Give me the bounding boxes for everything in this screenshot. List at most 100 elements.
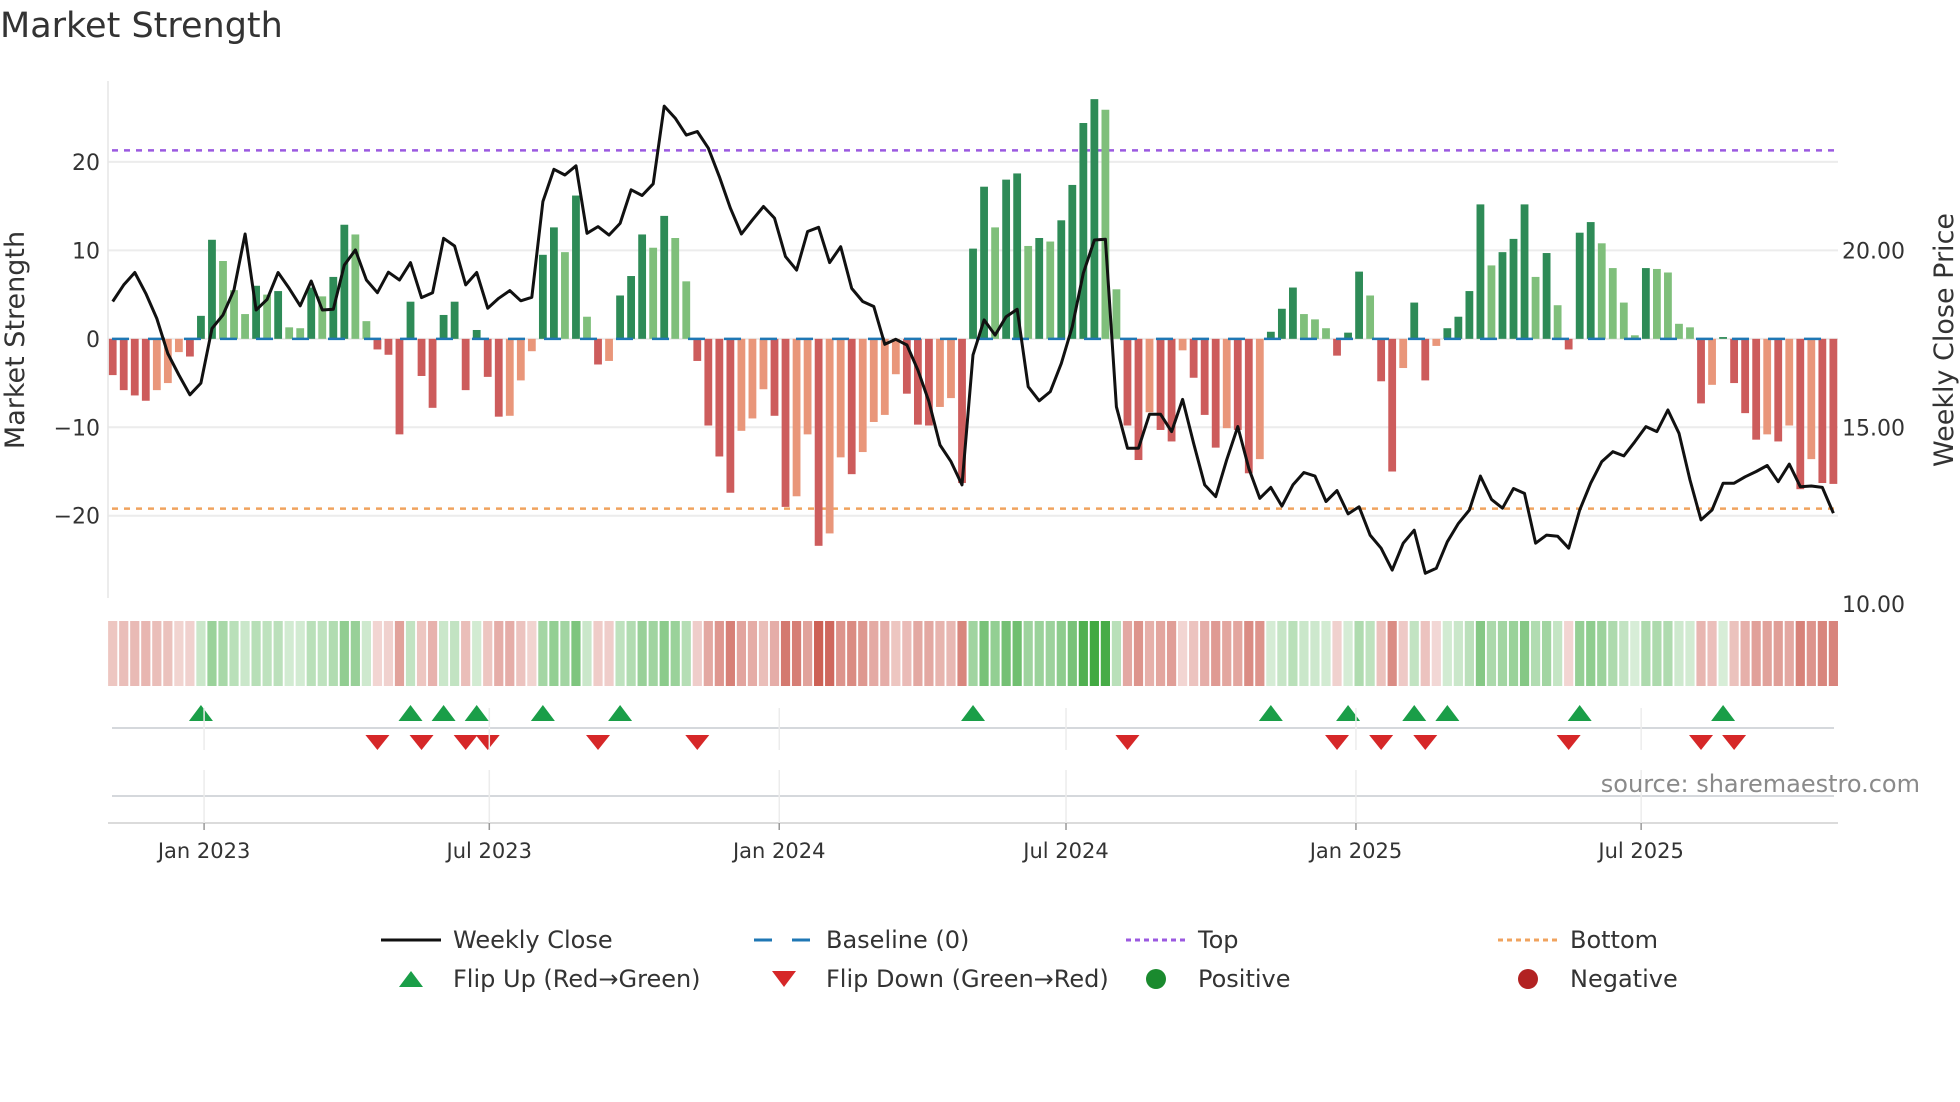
heat-strip-cell — [229, 621, 239, 686]
triangle-down-icon — [754, 964, 814, 994]
strength-bar — [1531, 276, 1540, 339]
legend-label: Flip Down (Green→Red) — [826, 965, 1109, 993]
heat-strip-cell — [1155, 621, 1166, 686]
legend-baseline: Baseline (0) — [754, 925, 969, 955]
strength-bar — [1520, 204, 1529, 339]
y-tick-label-left: −10 — [54, 416, 100, 441]
heat-strip-cell — [439, 621, 449, 686]
heat-strip-cell — [1200, 621, 1210, 686]
strength-bar — [472, 329, 481, 339]
heat-strip-cell — [284, 621, 294, 686]
strength-bar — [1222, 338, 1231, 429]
heat-strip-cell — [527, 621, 537, 686]
strength-bar — [1035, 238, 1044, 339]
strength-bar — [1421, 338, 1430, 381]
strength-bar — [1818, 338, 1827, 484]
strength-bar — [980, 186, 988, 339]
heat-strip-cell — [1795, 621, 1805, 686]
strength-bar — [836, 338, 845, 458]
source-credit: source: sharemaestro.com — [1600, 770, 1920, 798]
strength-bar — [781, 338, 790, 507]
strength-bar — [1200, 338, 1209, 415]
y-tick-label-left: 10 — [72, 239, 100, 264]
heat-strip-cell — [604, 621, 614, 686]
strength-bar — [1487, 265, 1496, 339]
heat-strip-cell — [1144, 621, 1155, 686]
flip-down-marker — [1413, 735, 1438, 750]
strength-bar — [1024, 245, 1033, 339]
strength-bar — [450, 301, 459, 339]
strength-bar — [693, 338, 702, 361]
strength-bar — [119, 338, 128, 391]
heat-strip-cell — [1784, 621, 1794, 686]
heat-strip-cell — [295, 621, 305, 686]
heat-strip-cell — [1376, 621, 1386, 686]
heat-strip-cell — [163, 621, 173, 686]
strength-bar — [1322, 328, 1330, 339]
strength-bar — [847, 338, 856, 475]
heat-strip-cell — [1056, 621, 1066, 686]
strength-bar — [1686, 327, 1694, 339]
strength-bar — [737, 338, 746, 431]
strength-bar — [1719, 337, 1727, 339]
strength-bar — [572, 195, 580, 339]
heat-strip-cell — [1431, 621, 1441, 686]
heat-strip-cell — [858, 621, 868, 686]
heat-strip-cell — [957, 621, 967, 686]
strength-bar — [991, 227, 999, 339]
flip-down-marker — [1369, 735, 1394, 750]
heat-strip-cell — [1089, 621, 1099, 686]
heat-strip-cell — [1630, 621, 1640, 686]
strength-bar — [1355, 271, 1363, 339]
heat-strip-cell — [1045, 621, 1055, 686]
strength-bar — [1597, 243, 1606, 339]
strength-bar — [1399, 338, 1408, 369]
heat-strip-cell — [1189, 621, 1199, 686]
heat-strip-cell — [924, 621, 934, 686]
legend-label: Negative — [1570, 965, 1678, 993]
strength-bar — [605, 338, 613, 361]
heat-strip-cell — [207, 621, 217, 686]
strength-heat-strip — [108, 621, 1838, 686]
heat-strip-cell — [1806, 621, 1816, 686]
legend-label: Weekly Close — [453, 926, 613, 954]
heat-strip-cell — [1078, 621, 1088, 686]
strength-bar — [241, 314, 249, 339]
heat-strip-cell — [1387, 621, 1397, 686]
strength-bar — [1255, 338, 1264, 460]
heat-strip-cell — [836, 621, 846, 686]
heat-strip-cell — [681, 621, 691, 686]
strength-bar — [1829, 338, 1838, 484]
strength-bar — [1112, 289, 1121, 339]
heat-strip-cell — [891, 621, 901, 686]
strength-bar — [803, 338, 812, 435]
strength-bar — [1057, 220, 1066, 339]
y-tick-label-right: 10.00 — [1842, 593, 1905, 618]
strength-bar — [1211, 338, 1220, 448]
heat-strip-cell — [483, 621, 493, 686]
market-strength-chart: −20 −10 0 10 20 10.00 15.00 20.00 Market Strengt… — [0, 81, 1960, 863]
strength-bar — [373, 338, 382, 350]
strength-bar — [1046, 241, 1055, 339]
strength-bar — [947, 338, 955, 399]
strength-bar — [715, 338, 724, 457]
flip-up-marker — [1258, 705, 1283, 721]
heat-strip-cell — [1255, 621, 1265, 686]
heat-strip-cell — [394, 621, 405, 686]
strength-bar — [1752, 338, 1761, 440]
heat-strip-cell — [1310, 621, 1320, 686]
strength-bar — [891, 338, 900, 375]
heat-strip-cell — [670, 621, 680, 686]
heat-strip-cell — [747, 621, 758, 686]
strength-bar — [1300, 314, 1308, 339]
strength-bar — [969, 248, 977, 339]
heat-strip-cell — [736, 621, 747, 686]
strength-bar — [583, 316, 591, 339]
heat-strip-cell — [1718, 621, 1728, 686]
heat-strip-cell — [1067, 621, 1077, 686]
strength-bar — [494, 338, 503, 417]
heat-strip-cell — [1817, 621, 1827, 686]
heat-strip-cell — [780, 621, 791, 686]
flip-up-marker — [961, 705, 986, 721]
heat-strip-cell — [935, 621, 945, 686]
